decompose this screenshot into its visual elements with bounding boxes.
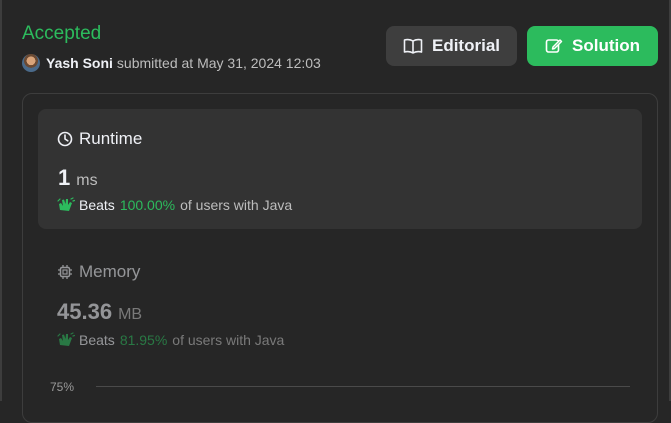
runtime-title-row: Runtime [57, 129, 142, 149]
user-name-link[interactable]: Yash Soni [46, 55, 113, 71]
clock-icon [57, 131, 73, 147]
memory-beats-row: Beats 81.95% of users with Java [57, 332, 284, 348]
memory-value: 45.36 [57, 299, 113, 324]
memory-card[interactable]: Memory 45.36 MB Beats 81.95% of users wi… [57, 262, 617, 362]
book-icon [403, 38, 423, 54]
memory-unit: MB [118, 306, 143, 323]
clapping-hands-icon [57, 197, 75, 211]
editorial-label: Editorial [431, 36, 500, 55]
runtime-value: 1 [58, 165, 71, 190]
window-border-left [0, 0, 2, 401]
memory-title-row: Memory [57, 262, 140, 282]
runtime-beats-label: Beats [79, 197, 115, 213]
edit-icon [545, 39, 563, 53]
runtime-card[interactable]: Runtime 1 ms Beats 100.00% of users with… [38, 109, 642, 229]
chip-icon [58, 265, 72, 279]
memory-title: Memory [79, 262, 141, 281]
runtime-percent: 100.00% [119, 197, 176, 213]
avatar[interactable] [22, 54, 40, 72]
runtime-unit: ms [76, 172, 98, 189]
clapping-hands-icon [57, 332, 75, 346]
solution-button[interactable]: Solution [527, 26, 658, 66]
memory-percent: 81.95% [119, 332, 168, 348]
submitted-time: submitted at May 31, 2024 12:03 [116, 55, 321, 71]
runtime-title: Runtime [79, 129, 143, 148]
runtime-beats-row: Beats 100.00% of users with Java [57, 197, 292, 213]
chart-y-tick-label: 75% [50, 380, 75, 394]
editorial-button[interactable]: Editorial [386, 26, 517, 66]
submission-status: Accepted [22, 23, 102, 44]
memory-suffix: of users with Java [172, 332, 285, 348]
memory-value-row: 45.36 MB [57, 299, 142, 325]
runtime-suffix: of users with Java [180, 197, 293, 213]
submission-meta: Yash Soni submitted at May 31, 2024 12:0… [22, 54, 321, 72]
chart-gridline [96, 386, 630, 387]
runtime-value-row: 1 ms [58, 165, 98, 191]
memory-beats-label: Beats [79, 332, 115, 348]
solution-label: Solution [572, 36, 640, 55]
